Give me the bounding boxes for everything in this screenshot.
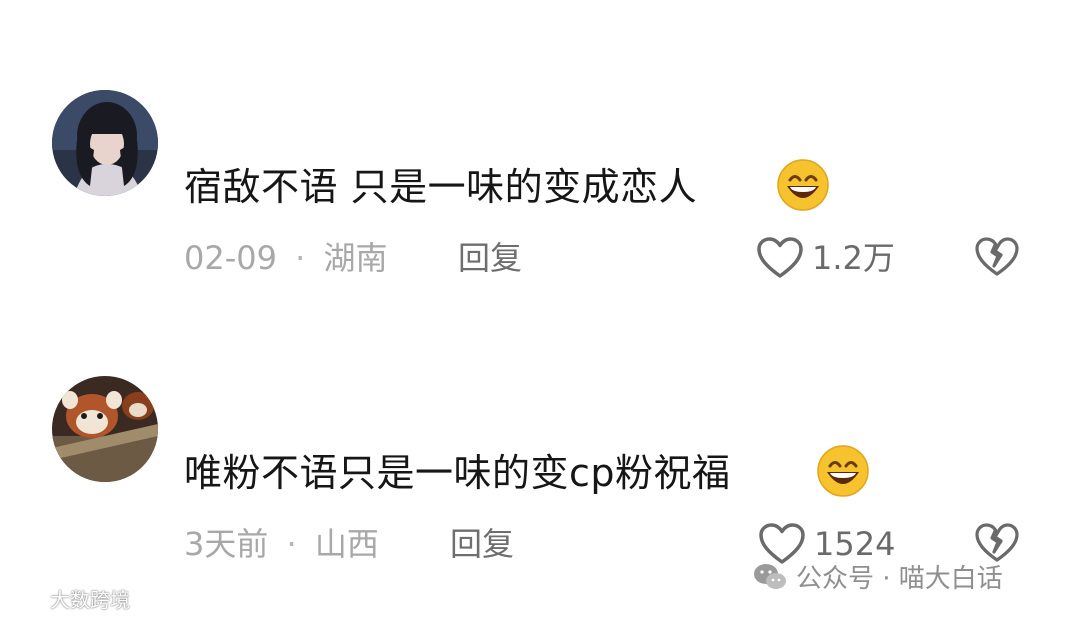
comment-meta: 3天前 · 山西 [184,528,379,560]
comment-date: 02-09 [184,239,277,277]
user-avatar[interactable] [52,90,158,196]
comment-location: 山西 [314,525,379,563]
heart-icon[interactable] [756,236,804,280]
comment-location: 湖南 [323,239,388,277]
reply-button[interactable]: 回复 [450,528,514,560]
grinning-face-emoji [817,445,869,497]
comment-meta: 02-09 · 湖南 [184,242,388,274]
watermark-right: 公众号 · 喵大白话 [752,558,1003,595]
watermark-logo-icon [11,591,45,606]
avatar-red-panda-photo [52,376,158,482]
watermark-left: 大数跨境 [10,584,130,613]
like-count: 1.2万 [812,239,895,277]
comment-text: 唯粉不语只是一味的变cp粉祝福 [184,451,731,495]
wechat-icon [754,563,786,589]
like-count: 1524 [814,525,896,563]
watermark-right-text: 公众号 · 喵大白话 [796,564,1003,594]
grinning-face-emoji [777,159,829,211]
meta-separator: · [286,525,297,563]
user-avatar[interactable] [52,376,158,482]
broken-heart-icon[interactable] [974,236,1020,278]
watermark-left-text: 大数跨境 [50,588,130,612]
comment-text: 宿敌不语 只是一味的变成恋人 [184,165,698,209]
avatar-girl-photo [52,90,158,196]
meta-separator: · [295,239,306,277]
reply-button[interactable]: 回复 [458,242,522,274]
comment-date: 3天前 [184,525,269,563]
